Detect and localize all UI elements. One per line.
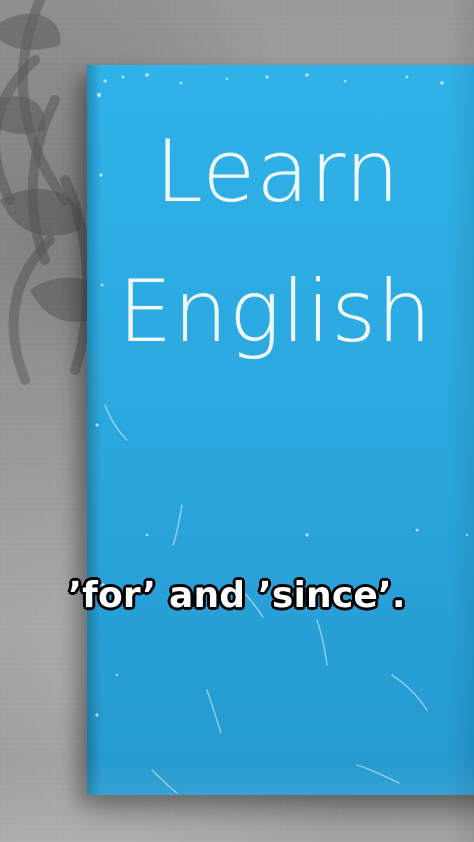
subtitle-caption: ’for’ and ’since’. (68, 575, 406, 616)
cover-title-line-2: English (118, 262, 433, 362)
image-canvas: Learn English ’for’ and ’since’. (0, 0, 474, 842)
cover-wear-texture (95, 73, 469, 794)
floor (0, 760, 474, 842)
book-cover: Learn English (87, 65, 474, 795)
cover-title-line-1: Learn (155, 122, 401, 222)
cover-title: Learn English (117, 129, 474, 355)
